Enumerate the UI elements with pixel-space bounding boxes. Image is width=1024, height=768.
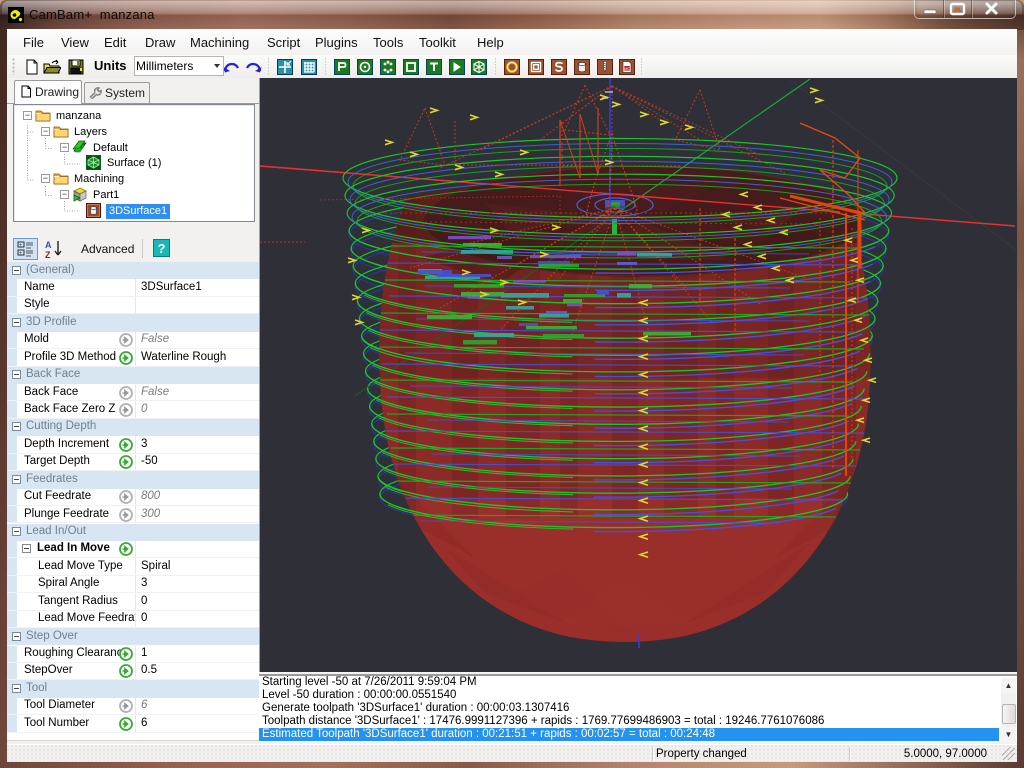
- svg-text:MC: MC: [624, 66, 630, 70]
- svg-text:A: A: [45, 240, 52, 250]
- svg-text:+: +: [19, 243, 22, 249]
- svg-text:Z: Z: [45, 250, 51, 260]
- svg-text:+: +: [19, 251, 22, 257]
